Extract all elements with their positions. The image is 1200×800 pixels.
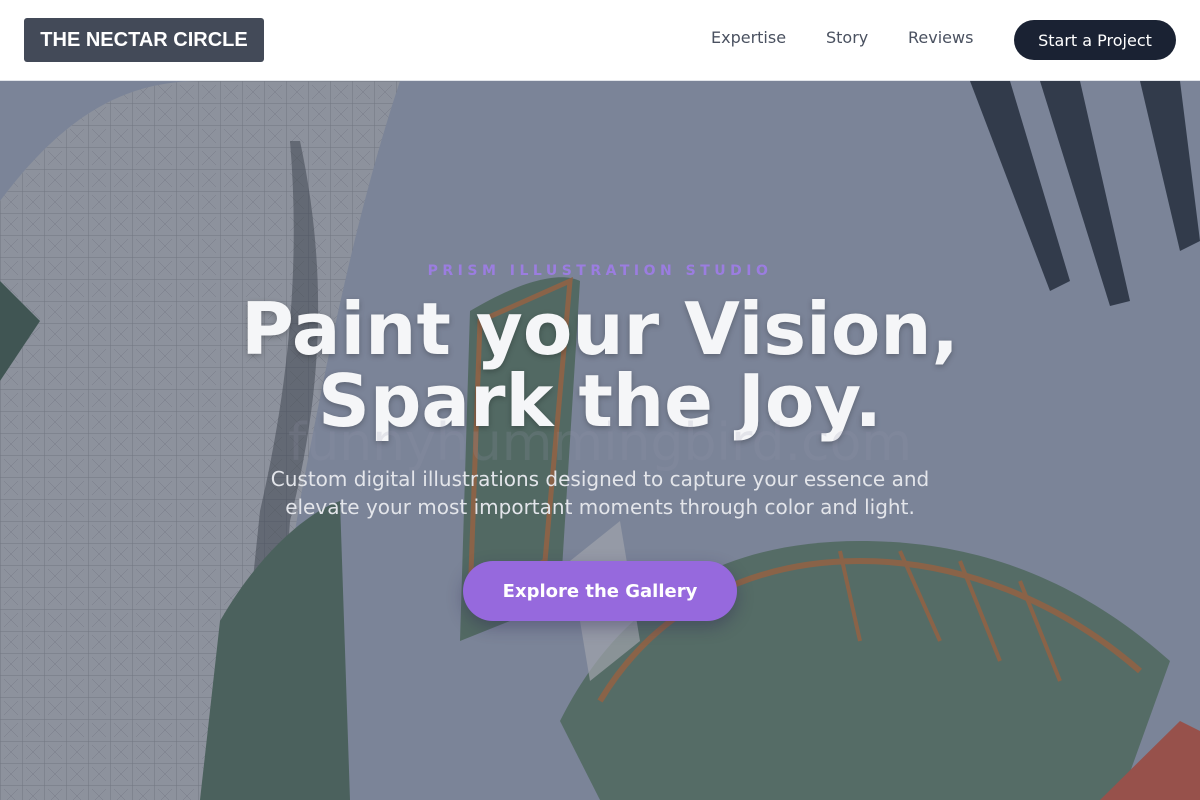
hero-subtitle: Custom digital illustrations designed to… — [250, 465, 950, 521]
hero-section: PRISM ILLUSTRATION STUDIO Paint your Vis… — [0, 81, 1200, 800]
explore-gallery-button[interactable]: Explore the Gallery — [463, 561, 737, 621]
hero-eyebrow: PRISM ILLUSTRATION STUDIO — [427, 263, 773, 279]
nav-link-expertise[interactable]: Expertise — [711, 28, 786, 47]
nav-link-reviews[interactable]: Reviews — [908, 28, 973, 47]
nav-link-story[interactable]: Story — [826, 28, 868, 47]
logo[interactable]: THE NECTAR CIRCLE — [24, 18, 264, 62]
start-project-button[interactable]: Start a Project — [1014, 20, 1176, 60]
watermark: funnyhummingbird.com — [287, 413, 913, 473]
hero-subtitle-line-1: Custom digital illustrations designed to… — [270, 467, 930, 491]
site-header: THE NECTAR CIRCLE Expertise Story Review… — [0, 0, 1200, 81]
hero-headline-line-1: Paint your Vision, — [241, 287, 959, 371]
hero-subtitle-line-2: elevate your most important moments thro… — [285, 495, 915, 519]
